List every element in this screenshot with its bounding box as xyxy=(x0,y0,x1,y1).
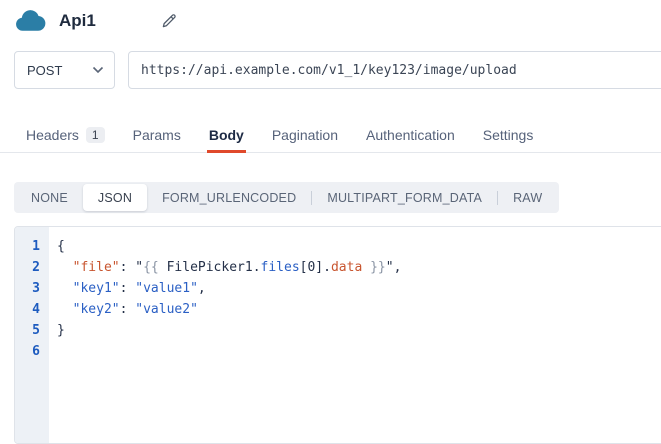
request-tabs: Headers 1 Params Body Pagination Authent… xyxy=(0,123,661,153)
code-line: { xyxy=(57,236,661,257)
body-type-none[interactable]: NONE xyxy=(16,184,83,211)
line-number: 6 xyxy=(15,341,40,362)
chevron-down-icon xyxy=(92,66,104,74)
resource-header: Api1 xyxy=(14,6,180,36)
url-input[interactable] xyxy=(128,51,661,89)
code-line: "key2": "value2" xyxy=(57,299,661,320)
code-lines[interactable]: { "file": "{{ FilePicker1.files[0].data … xyxy=(49,227,661,443)
tab-authentication[interactable]: Authentication xyxy=(364,127,457,152)
line-number: 5 xyxy=(15,320,40,341)
json-body-editor[interactable]: 123456 { "file": "{{ FilePicker1.files[0… xyxy=(14,226,661,444)
tab-params[interactable]: Params xyxy=(131,127,183,152)
tab-headers[interactable]: Headers 1 xyxy=(24,127,107,152)
line-number: 2 xyxy=(15,257,40,278)
body-type-selector: NONE JSON FORM_URLENCODED MULTIPART_FORM… xyxy=(14,182,559,213)
line-number: 4 xyxy=(15,299,40,320)
cloud-icon xyxy=(14,8,46,34)
pencil-icon xyxy=(160,12,178,30)
tab-settings[interactable]: Settings xyxy=(481,127,536,152)
code-line xyxy=(57,341,661,362)
body-type-json[interactable]: JSON xyxy=(83,184,147,211)
body-type-raw[interactable]: RAW xyxy=(498,184,557,211)
tab-pagination[interactable]: Pagination xyxy=(270,127,340,152)
line-number: 1 xyxy=(15,236,40,257)
gutter: 123456 xyxy=(15,227,49,443)
body-type-form-urlencoded[interactable]: FORM_URLENCODED xyxy=(147,184,311,211)
code-line: "key1": "value1", xyxy=(57,278,661,299)
line-number: 3 xyxy=(15,278,40,299)
tab-body[interactable]: Body xyxy=(207,127,246,152)
tab-headers-label: Headers xyxy=(26,127,79,143)
method-select[interactable]: POST xyxy=(14,51,115,89)
headers-count-badge: 1 xyxy=(86,127,105,143)
page-title: Api1 xyxy=(59,11,96,31)
edit-title-button[interactable] xyxy=(160,11,180,31)
code-line: "file": "{{ FilePicker1.files[0].data }}… xyxy=(57,257,661,278)
body-type-multipart-form-data[interactable]: MULTIPART_FORM_DATA xyxy=(312,184,497,211)
code-line: } xyxy=(57,320,661,341)
method-select-value: POST xyxy=(27,63,92,78)
